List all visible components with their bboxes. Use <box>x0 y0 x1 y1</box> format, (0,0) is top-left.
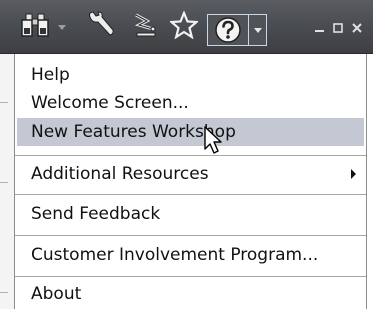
help-button-group[interactable] <box>207 14 267 46</box>
minimize-icon[interactable] <box>314 22 326 34</box>
menu-item-send-feedback[interactable]: Send Feedback <box>17 200 364 228</box>
menu-item-welcome-screen[interactable]: Welcome Screen... <box>17 89 364 117</box>
chevron-down-icon[interactable] <box>56 22 68 32</box>
menu-separator <box>15 235 366 236</box>
submenu-arrow-icon <box>351 169 356 179</box>
help-divider <box>248 15 249 45</box>
mouse-pointer-icon <box>204 126 222 154</box>
background-panel <box>0 54 15 309</box>
binoculars-button[interactable] <box>18 0 52 50</box>
star-icon <box>170 11 198 39</box>
wrench-button[interactable] <box>84 0 118 50</box>
help-icon[interactable] <box>213 16 243 44</box>
menu-separator <box>15 276 366 277</box>
close-icon[interactable] <box>351 22 363 34</box>
wrench-icon <box>88 11 114 36</box>
menu-separator <box>15 194 366 195</box>
chevron-down-icon[interactable] <box>252 25 264 35</box>
restore-icon[interactable] <box>332 22 344 34</box>
satellite-icon <box>134 13 156 37</box>
menu-item-customer-involvement-program[interactable]: Customer Involvement Program... <box>17 241 364 269</box>
menu-item-additional-resources[interactable]: Additional Resources <box>17 160 364 188</box>
help-dropdown-menu: Help Welcome Screen... New Features Work… <box>14 54 367 309</box>
binoculars-icon <box>21 13 49 37</box>
menu-item-about[interactable]: About <box>17 280 364 308</box>
satellite-button[interactable] <box>130 0 162 50</box>
menu-item-new-features-workshop[interactable]: New Features Workshop <box>17 118 364 146</box>
menu-separator <box>15 155 366 156</box>
menu-item-help[interactable]: Help <box>17 61 364 89</box>
title-toolbar <box>0 0 373 54</box>
favorites-button[interactable] <box>168 0 200 50</box>
